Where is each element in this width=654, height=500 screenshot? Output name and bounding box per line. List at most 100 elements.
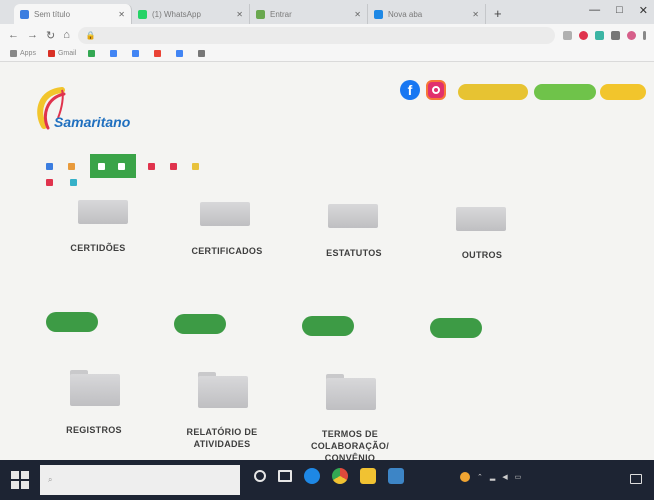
profile-icon[interactable] [627, 30, 636, 40]
tab-title: Sem título [34, 9, 71, 19]
close-tab-icon[interactable]: ✕ [236, 10, 243, 19]
folder-icon[interactable] [328, 204, 378, 228]
heart-icon [148, 162, 155, 170]
header-pill-button[interactable] [600, 84, 646, 100]
windows-start-button[interactable] [10, 470, 30, 490]
nav-item[interactable] [170, 162, 180, 170]
new-tab-button[interactable]: + [486, 4, 510, 24]
lock-icon: 🔒 [85, 30, 96, 40]
tab-title: Nova aba [388, 9, 423, 19]
folder-icon[interactable] [326, 374, 376, 410]
bookmark-item[interactable] [88, 50, 98, 57]
browser-tab[interactable]: Sem título ✕ [14, 4, 132, 24]
folder-icon[interactable] [200, 202, 250, 226]
document-icon [118, 162, 125, 170]
bookmark-item[interactable] [154, 50, 164, 57]
task-view-icon[interactable] [278, 470, 292, 482]
browser-tab[interactable]: (1) WhatsApp ✕ [132, 4, 250, 24]
address-bar[interactable]: 🔒 [77, 26, 555, 44]
nav-item[interactable] [148, 162, 158, 170]
cortana-icon[interactable] [254, 470, 266, 482]
volume-icon[interactable]: ◀ [502, 473, 507, 481]
extension-icon[interactable] [595, 30, 604, 40]
header-pill-button[interactable] [534, 84, 596, 100]
facebook-icon[interactable]: f [400, 80, 420, 100]
bookmark-star-icon[interactable] [611, 30, 620, 40]
back-button[interactable]: ← [8, 29, 19, 41]
logo-wordmark: Samaritano [54, 114, 131, 130]
bookmark-item[interactable] [110, 50, 120, 57]
bookmark-item[interactable] [176, 50, 186, 57]
folder-icon[interactable] [456, 207, 506, 231]
nav-item-active[interactable] [98, 162, 108, 170]
edge-icon[interactable] [304, 468, 320, 484]
main-nav-row2 [46, 179, 80, 186]
bookmark-item[interactable]: Gmail [47, 50, 76, 57]
document-icon [98, 162, 105, 170]
store-icon[interactable] [388, 468, 404, 484]
close-window-button[interactable]: ✕ [639, 4, 648, 17]
folder-icon[interactable] [78, 200, 128, 224]
view-button[interactable] [430, 318, 482, 338]
view-button[interactable] [174, 314, 226, 334]
battery-icon[interactable]: ▭ [515, 473, 522, 481]
folder-label: CERTIFICADOS [191, 246, 263, 256]
folder-label: CERTIDÕES [70, 243, 126, 253]
star-icon [192, 162, 199, 170]
view-button[interactable] [302, 316, 354, 336]
window-controls: — □ ✕ [589, 4, 648, 17]
people-icon [68, 162, 75, 170]
browser-tab[interactable]: Nova aba ✕ [368, 4, 486, 24]
header-pill-button[interactable] [458, 84, 528, 100]
nav-item[interactable] [70, 179, 80, 186]
forward-button[interactable]: → [27, 29, 38, 41]
main-nav [46, 154, 202, 178]
view-button[interactable] [46, 312, 98, 332]
reload-button[interactable]: ↻ [46, 29, 55, 42]
instagram-icon[interactable] [426, 80, 446, 100]
calendar-icon [170, 162, 177, 170]
tab-favicon-icon [256, 9, 265, 19]
browser-toolbar: ← → ↻ ⌂ 🔒 [0, 24, 654, 46]
taskbar-search-box[interactable]: ⌕ [40, 465, 240, 495]
nav-item[interactable] [192, 162, 202, 170]
close-tab-icon[interactable]: ✕ [354, 10, 361, 19]
folder-label: TERMOS DE COLABORAÇÃO/ CONVÊNIO [310, 429, 390, 463]
weather-icon[interactable] [460, 472, 470, 482]
close-tab-icon[interactable]: ✕ [118, 10, 125, 19]
system-tray: ⌃ ▂ ◀ ▭ [460, 472, 521, 482]
building-icon [46, 179, 53, 186]
bookmark-item[interactable] [132, 50, 142, 57]
tab-title: Entrar [270, 9, 292, 19]
file-explorer-icon[interactable] [360, 468, 376, 484]
menu-icon[interactable] [643, 30, 646, 40]
bookmarks-bar: Apps Gmail [0, 46, 654, 62]
nav-item-active[interactable] [118, 162, 128, 170]
bookmark-item[interactable]: Apps [10, 50, 36, 57]
social-links: f [400, 80, 446, 100]
folder-icon[interactable] [70, 370, 120, 406]
extensions-area [563, 30, 646, 40]
notification-icon[interactable] [630, 474, 642, 484]
network-icon[interactable]: ▂ [490, 473, 495, 481]
close-tab-icon[interactable]: ✕ [472, 10, 479, 19]
maximize-button[interactable]: □ [616, 4, 623, 17]
home-button[interactable]: ⌂ [63, 29, 70, 41]
chrome-icon[interactable] [332, 468, 348, 484]
key-icon[interactable] [563, 30, 572, 40]
minimize-button[interactable]: — [589, 4, 600, 17]
nav-highlight [90, 154, 136, 178]
folder-icon[interactable] [198, 372, 248, 408]
nav-item[interactable] [46, 179, 56, 186]
opera-icon[interactable] [579, 30, 588, 40]
tab-favicon-icon [20, 9, 29, 19]
bookmark-item[interactable] [198, 50, 208, 57]
tab-favicon-icon [374, 9, 383, 19]
windows-taskbar: ⌕ ⌃ ▂ ◀ ▭ [0, 460, 654, 500]
nav-item[interactable] [68, 162, 78, 170]
nav-item[interactable] [46, 162, 56, 170]
browser-tab[interactable]: Entrar ✕ [250, 4, 368, 24]
search-icon: ⌕ [48, 475, 53, 484]
chevron-up-icon[interactable]: ⌃ [477, 473, 483, 481]
folder-label: REGISTROS [66, 425, 122, 435]
